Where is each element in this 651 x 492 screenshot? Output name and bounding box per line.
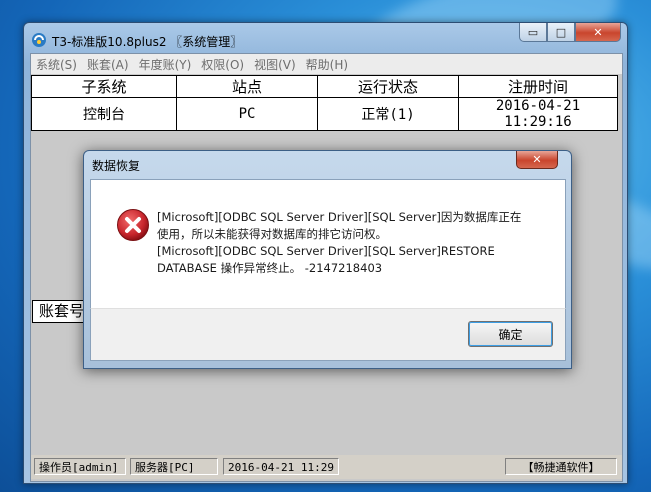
table-row[interactable]: 控制台 PC 正常(1) 2016-04-21 11:29:16 <box>31 97 618 131</box>
status-server: 服务器[PC] <box>130 458 218 475</box>
maximize-button[interactable]: □ <box>547 23 575 42</box>
error-icon <box>117 209 149 241</box>
menu-view[interactable]: 视图(V) <box>249 56 301 73</box>
status-datetime: 2016-04-21 11:29 <box>223 458 339 475</box>
cell-status: 正常(1) <box>317 97 459 131</box>
statusbar: 操作员[admin] 服务器[PC] 2016-04-21 11:29 【畅捷通… <box>31 455 622 479</box>
table-header-row: 子系统 站点 运行状态 注册时间 <box>31 75 618 98</box>
menu-help[interactable]: 帮助(H) <box>301 56 353 73</box>
menu-yearly-account[interactable]: 年度账(Y) <box>134 56 197 73</box>
dialog-close-button[interactable]: ✕ <box>516 151 558 169</box>
status-vendor: 【畅捷通软件】 <box>505 458 617 475</box>
column-header-register-time[interactable]: 注册时间 <box>458 75 618 98</box>
ok-button[interactable]: 确定 <box>468 321 553 347</box>
window-controls: ▭ □ ✕ <box>519 23 621 42</box>
error-message: [Microsoft][ODBC SQL Server Driver][SQL … <box>157 209 557 277</box>
error-message-line: 使用，所以未能获得对数据库的排它访问权。 <box>157 227 387 241</box>
column-header-subsystem[interactable]: 子系统 <box>31 75 177 98</box>
close-button[interactable]: ✕ <box>575 23 621 42</box>
cell-register-time: 2016-04-21 11:29:16 <box>458 97 618 131</box>
cell-site: PC <box>176 97 318 131</box>
menu-system[interactable]: 系统(S) <box>31 56 82 73</box>
app-logo-icon <box>32 33 46 47</box>
dialog-title: 数据恢复 <box>92 159 141 173</box>
menu-account[interactable]: 账套(A) <box>82 56 134 73</box>
menubar: 系统(S) 账套(A) 年度账(Y) 权限(O) 视图(V) 帮助(H) <box>31 54 622 74</box>
error-message-line: [Microsoft][ODBC SQL Server Driver][SQL … <box>157 210 522 224</box>
minimize-button[interactable]: ▭ <box>519 23 547 42</box>
window-title: T3-标准版10.8plus2 〖系统管理〗 <box>52 35 243 49</box>
column-header-status[interactable]: 运行状态 <box>317 75 459 98</box>
error-message-line: DATABASE 操作异常终止。 -2147218403 <box>157 261 383 275</box>
cell-subsystem: 控制台 <box>31 97 177 131</box>
error-message-line: [Microsoft][ODBC SQL Server Driver][SQL … <box>157 244 495 258</box>
data-restore-dialog: 数据恢复 ✕ [Microsoft][ODBC SQL Server Drive… <box>83 150 572 369</box>
dialog-button-bar: 确定 <box>90 308 566 361</box>
column-header-site[interactable]: 站点 <box>176 75 318 98</box>
dialog-message-area: [Microsoft][ODBC SQL Server Driver][SQL … <box>90 179 566 308</box>
menu-permissions[interactable]: 权限(O) <box>196 56 249 73</box>
status-operator: 操作员[admin] <box>34 458 126 475</box>
subsystem-table: 子系统 站点 运行状态 注册时间 控制台 PC 正常(1) 2016-04-21… <box>31 75 618 131</box>
